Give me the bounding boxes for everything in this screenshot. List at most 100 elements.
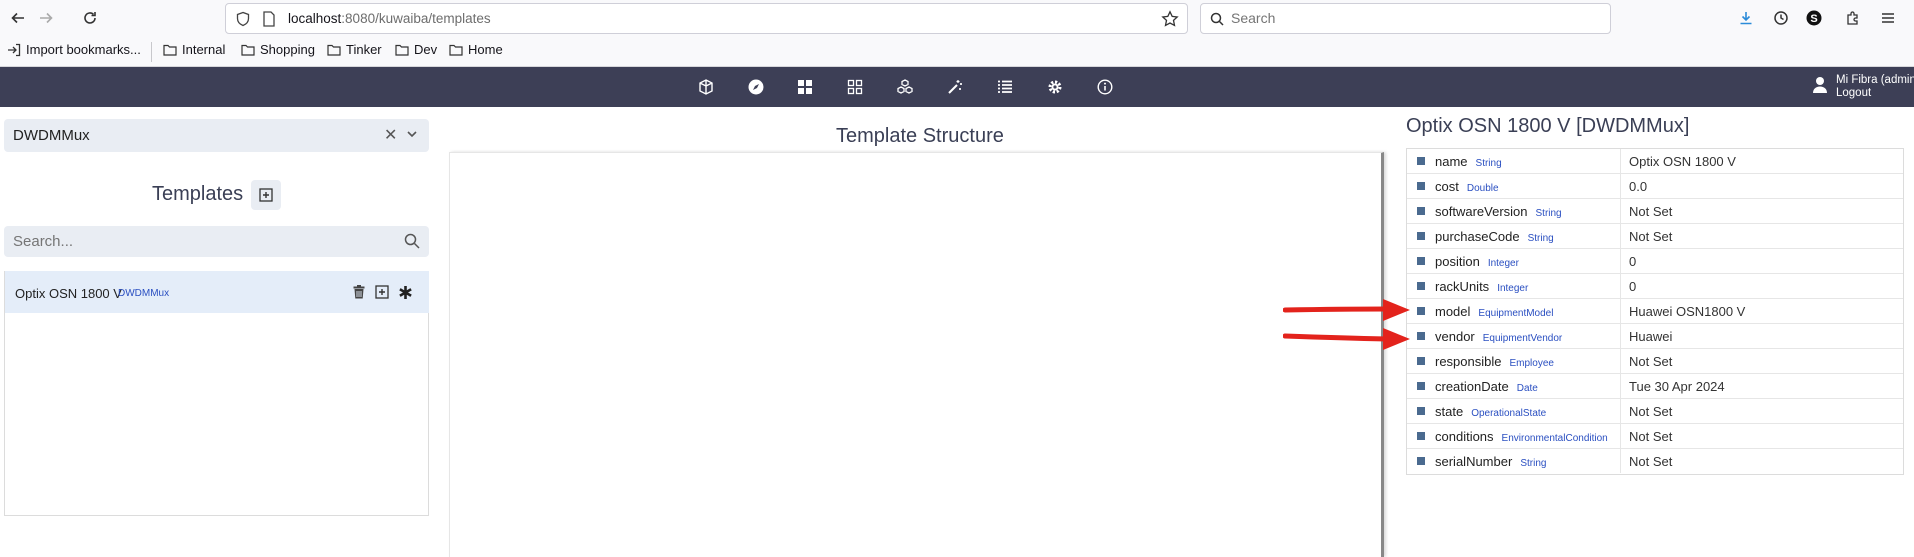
info-icon[interactable] — [1095, 77, 1115, 97]
trash-icon — [353, 285, 365, 299]
property-value[interactable]: 0 — [1629, 279, 1636, 294]
downloads-button[interactable] — [1734, 6, 1758, 30]
cube-icon[interactable] — [696, 77, 716, 97]
property-value[interactable]: Huawei OSN1800 V — [1629, 304, 1745, 319]
download-icon — [1740, 12, 1752, 25]
property-value[interactable]: Huawei — [1629, 329, 1672, 344]
bookmark-tinker[interactable]: Tinker — [327, 42, 382, 57]
delete-template-button[interactable] — [351, 284, 367, 300]
property-name: creationDate Date — [1435, 379, 1538, 394]
property-bullet-icon — [1417, 232, 1425, 240]
bookmark-home[interactable]: Home — [449, 42, 503, 57]
property-row-creationDate[interactable]: creationDate Date Tue 30 Apr 2024 — [1407, 374, 1903, 399]
list-item[interactable]: Optix OSN 1800 V DWDMMux — [5, 271, 429, 313]
url-bar[interactable]: localhost:8080/kuwaiba/templates — [225, 3, 1188, 34]
browser-search-input[interactable] — [1231, 10, 1591, 26]
folder-icon — [241, 44, 255, 56]
property-row-model[interactable]: model EquipmentModel Huawei OSN1800 V — [1407, 299, 1903, 324]
property-value[interactable]: Tue 30 Apr 2024 — [1629, 379, 1725, 394]
property-type: Double — [1466, 183, 1499, 194]
user-icon — [1813, 77, 1827, 93]
property-type: Employee — [1509, 358, 1554, 369]
back-button[interactable] — [6, 6, 30, 30]
property-row-purchaseCode[interactable]: purchaseCode String Not Set — [1407, 224, 1903, 249]
property-row-responsible[interactable]: responsible Employee Not Set — [1407, 349, 1903, 374]
property-row-rackUnits[interactable]: rackUnits Integer 0 — [1407, 274, 1903, 299]
app-header: Mi Fibra (admin) Logout — [0, 67, 1914, 107]
template-class: DWDMMux — [118, 288, 170, 299]
grid-icon[interactable] — [795, 77, 815, 97]
menu-button[interactable] — [1876, 6, 1900, 30]
property-row-serialNumber[interactable]: serialNumber String Not Set — [1407, 449, 1903, 474]
history-icon — [1774, 11, 1788, 25]
property-name: purchaseCode String — [1435, 229, 1554, 244]
class-selector-value: DWDMMux — [13, 127, 90, 144]
property-name-text: softwareVersion — [1435, 204, 1528, 219]
plus-square-icon — [375, 285, 389, 299]
compass-icon[interactable] — [746, 77, 766, 97]
s-logo-icon: S — [1806, 10, 1822, 26]
folder-icon — [163, 44, 177, 56]
add-child-button[interactable] — [374, 284, 390, 300]
history-button[interactable] — [1769, 6, 1793, 30]
logout-link[interactable]: Logout — [1836, 87, 1871, 100]
chevron-down-icon[interactable] — [406, 128, 418, 140]
property-row-name[interactable]: name String Optix OSN 1800 V — [1407, 149, 1903, 174]
browser-toolbar: localhost:8080/kuwaiba/templates S — [0, 0, 1914, 36]
property-bullet-icon — [1417, 282, 1425, 290]
extensions-button[interactable] — [1841, 6, 1865, 30]
property-row-conditions[interactable]: conditions EnvironmentalCondition Not Set — [1407, 424, 1903, 449]
column-divider — [1620, 299, 1621, 323]
bookmark-import[interactable]: Import bookmarks... — [7, 42, 141, 57]
browser-search-bar[interactable] — [1200, 3, 1611, 34]
class-selector[interactable]: DWDMMux ✕ — [4, 119, 429, 152]
column-divider — [1620, 374, 1621, 398]
template-search[interactable] — [4, 226, 429, 257]
property-name: cost Double — [1435, 179, 1499, 194]
property-value[interactable]: 0.0 — [1629, 179, 1647, 194]
property-name: model EquipmentModel — [1435, 304, 1553, 319]
property-row-position[interactable]: position Integer 0 — [1407, 249, 1903, 274]
column-divider — [1620, 349, 1621, 373]
property-name-text: model — [1435, 304, 1471, 319]
bookmark-internal[interactable]: Internal — [163, 42, 225, 57]
list-icon[interactable] — [995, 77, 1015, 97]
property-value[interactable]: Not Set — [1629, 404, 1672, 419]
magic-wand-icon[interactable] — [945, 77, 965, 97]
property-name: conditions EnvironmentalCondition — [1435, 429, 1608, 444]
property-name-text: state — [1435, 404, 1464, 419]
gear-icon[interactable] — [1045, 77, 1065, 97]
property-value[interactable]: Not Set — [1629, 354, 1672, 369]
property-row-softwareVersion[interactable]: softwareVersion String Not Set — [1407, 199, 1903, 224]
forward-button[interactable] — [34, 6, 58, 30]
property-name-text: conditions — [1435, 429, 1494, 444]
property-value[interactable]: Not Set — [1629, 229, 1672, 244]
cubes-icon[interactable] — [895, 77, 915, 97]
clear-icon[interactable]: ✕ — [384, 125, 397, 145]
property-value[interactable]: Not Set — [1629, 454, 1672, 469]
folder-icon — [327, 44, 341, 56]
property-row-state[interactable]: state OperationalState Not Set — [1407, 399, 1903, 424]
property-value[interactable]: Not Set — [1629, 204, 1672, 219]
property-bullet-icon — [1417, 407, 1425, 415]
property-name-text: purchaseCode — [1435, 229, 1520, 244]
url-text: localhost:8080/kuwaiba/templates — [288, 11, 491, 26]
template-structure-canvas[interactable] — [449, 152, 1384, 557]
reload-button[interactable] — [78, 6, 102, 30]
template-search-input[interactable] — [13, 233, 393, 250]
grid-outline-icon[interactable] — [845, 77, 865, 97]
property-bullet-icon — [1417, 382, 1425, 390]
property-row-cost[interactable]: cost Double 0.0 — [1407, 174, 1903, 199]
asterisk-button[interactable] — [397, 284, 413, 300]
bookmark-dev[interactable]: Dev — [395, 42, 437, 57]
plus-square-icon — [259, 188, 273, 202]
property-value[interactable]: Optix OSN 1800 V — [1629, 154, 1736, 169]
property-row-vendor[interactable]: vendor EquipmentVendor Huawei — [1407, 324, 1903, 349]
add-template-button[interactable] — [251, 180, 281, 210]
property-value[interactable]: 0 — [1629, 254, 1636, 269]
property-value[interactable]: Not Set — [1629, 429, 1672, 444]
star-icon[interactable] — [1161, 10, 1179, 28]
column-divider — [1620, 174, 1621, 198]
extension-s-button[interactable]: S — [1802, 6, 1826, 30]
bookmark-shopping[interactable]: Shopping — [241, 42, 315, 57]
